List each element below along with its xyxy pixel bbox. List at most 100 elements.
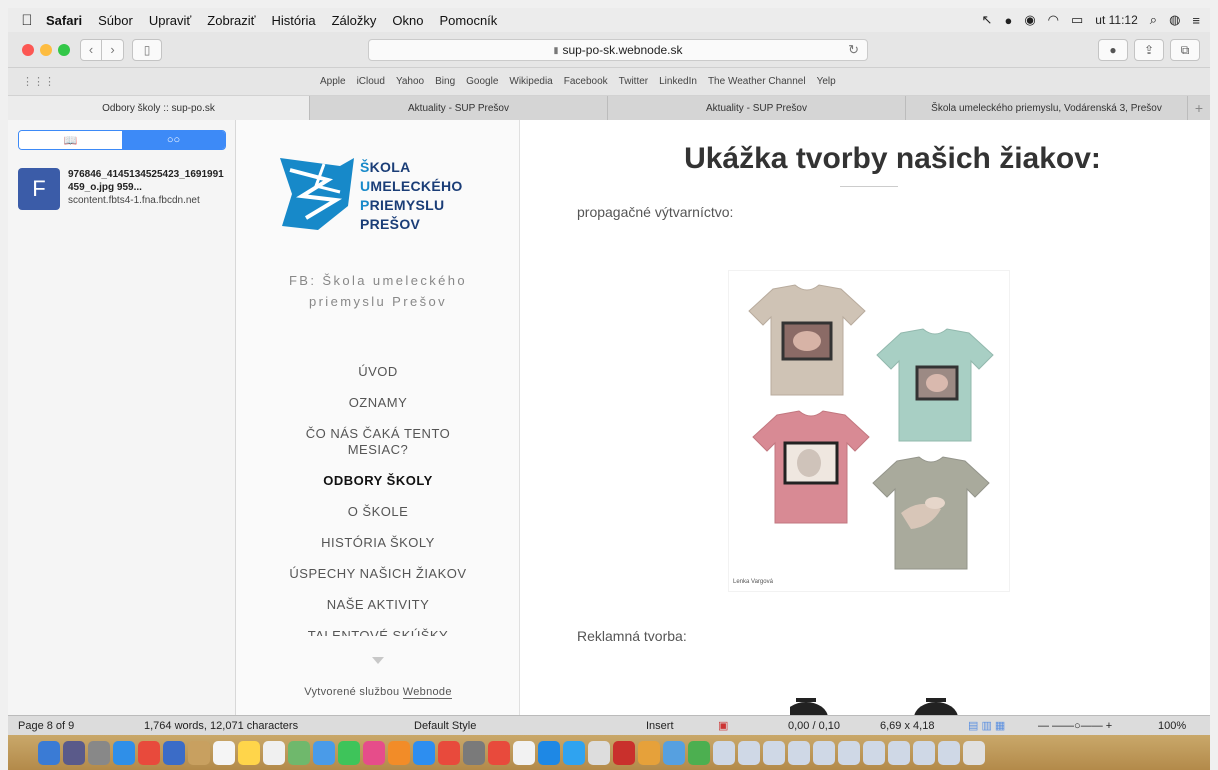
app-icon-5[interactable] [488,740,510,765]
bookmark-facebook[interactable]: Facebook [564,76,608,87]
app-store-icon[interactable] [413,740,435,765]
status-mode[interactable]: Insert [646,720,718,732]
reading-list-tab-icon[interactable]: ○○ [122,131,225,149]
bookmark-weather-channel[interactable]: The Weather Channel [708,76,806,87]
app-icon-10[interactable] [688,740,710,765]
folder-icon-11[interactable] [938,740,960,765]
downloads-button[interactable]: ● [1098,39,1128,61]
siri-dock-icon[interactable] [63,740,85,765]
app-icon-3[interactable] [188,740,210,765]
messages-icon[interactable] [338,740,360,765]
share-button[interactable]: ⇪ [1134,39,1164,61]
list-icon[interactable]: ≡ [1192,13,1200,28]
app-icon-4[interactable] [438,740,460,765]
bookmark-apple[interactable]: Apple [320,76,346,87]
bookmark-linkedin[interactable]: LinkedIn [659,76,697,87]
menu-item-uspechy[interactable]: ÚSPECHY NAŠICH ŽIAKOV [288,566,468,582]
scroll-down-arrow-icon[interactable] [372,657,384,664]
address-bar[interactable]: ▮ sup-po-sk.webnode.sk ↻ [368,39,868,61]
reload-icon[interactable]: ↻ [848,42,859,58]
menu-item-nase-aktivity[interactable]: NAŠE AKTIVITY [288,597,468,613]
folder-icon-9[interactable] [888,740,910,765]
status-words[interactable]: 1,764 words, 12,071 characters [144,720,414,732]
maps-icon[interactable] [288,740,310,765]
trash-icon[interactable] [963,740,985,765]
finder-icon[interactable] [38,740,60,765]
new-tab-button[interactable]: + [1188,96,1210,120]
tabs-overview-button[interactable]: ⧉ [1170,39,1200,61]
app-icon-8[interactable] [638,740,660,765]
folder-icon-10[interactable] [913,740,935,765]
zoom-window-button[interactable] [58,43,70,56]
view-mode-icons[interactable]: ▤ ▥ ▦ [968,719,1038,732]
minimize-window-button[interactable] [40,43,52,56]
camera-icon[interactable]: ◉ [1024,12,1035,28]
menu-item-talentove-skusky[interactable]: TALENTOVÉ SKÚŠKY [288,628,468,636]
bookmark-yahoo[interactable]: Yahoo [396,76,424,87]
bookmark-google[interactable]: Google [466,76,498,87]
siri-icon[interactable]: ◍ [1169,12,1180,28]
school-logo[interactable]: ŠKOLA UMELECKÉHO PRIEMYSLU PREŠOV [278,156,478,236]
bookmarks-tab-icon[interactable]: 📖 [19,131,122,149]
zoom-slider[interactable]: — ——○—— + [1038,720,1158,732]
search-icon[interactable]: ⌕ [1150,12,1157,28]
menu-historia[interactable]: História [272,13,316,28]
menu-item-odbory-skoly[interactable]: ODBORY ŠKOLY [288,473,468,489]
ibooks-icon[interactable] [388,740,410,765]
status-style[interactable]: Default Style [414,720,646,732]
menu-item-uvod[interactable]: ÚVOD [288,364,468,380]
status-zoom[interactable]: 100% [1158,720,1186,732]
folder-icon-4[interactable] [763,740,785,765]
reading-list-item[interactable]: F 976846_4145134525423_1691991459_o.jpg … [18,168,230,210]
app-icon-1[interactable] [138,740,160,765]
back-button[interactable]: ‹ [80,38,102,61]
folder-icon-3[interactable] [738,740,760,765]
safari-dock-icon[interactable] [113,740,135,765]
tab-skola-umeleckeho[interactable]: Škola umeleckého priemyslu, Vodárenská 3… [906,96,1188,120]
bookmark-wikipedia[interactable]: Wikipedia [509,76,552,87]
close-window-button[interactable] [22,43,34,56]
skype-dock-icon[interactable] [538,740,560,765]
folder-icon-2[interactable] [713,740,735,765]
document-icon[interactable] [513,740,535,765]
reminders-icon[interactable] [263,740,285,765]
wifi-icon[interactable]: ◠ [1048,12,1059,28]
menu-item-co-nas-caka[interactable]: ČO NÁS ČAKÁ TENTO MESIAC? [288,426,468,458]
menu-zobrazit[interactable]: Zobraziť [207,13,255,28]
bookmark-yelp[interactable]: Yelp [817,76,836,87]
menu-upravit[interactable]: Upraviť [149,13,191,28]
status-page[interactable]: Page 8 of 9 [18,720,144,732]
system-preferences-icon[interactable] [463,740,485,765]
menu-okno[interactable]: Okno [392,13,423,28]
tab-odbory-skoly[interactable]: Odbory školy :: sup-po.sk [8,96,310,120]
menu-subor[interactable]: Súbor [98,13,133,28]
app-icon-6[interactable] [563,740,585,765]
webnode-link[interactable]: Webnode [402,686,452,699]
forward-button[interactable]: › [102,38,124,61]
menu-item-o-skole[interactable]: O ŠKOLE [288,504,468,520]
track-changes-icon[interactable]: ▣ [718,719,788,732]
skype-icon[interactable]: ● [1004,13,1012,28]
app-icon-2[interactable] [163,740,185,765]
folder-icon-5[interactable] [788,740,810,765]
folder-icon-8[interactable] [863,740,885,765]
grid-icon[interactable]: ⋮⋮⋮ [22,75,55,88]
tab-aktuality-2[interactable]: Aktuality - SUP Prešov [608,96,906,120]
notes-icon[interactable] [238,740,260,765]
app-icon-9[interactable] [663,740,685,765]
menu-pomocnik[interactable]: Pomocník [439,13,497,28]
photos-icon[interactable] [313,740,335,765]
menu-safari[interactable]: Safari [46,13,82,28]
launchpad-icon[interactable] [88,740,110,765]
menu-zalozky[interactable]: Záložky [332,13,377,28]
tab-aktuality-1[interactable]: Aktuality - SUP Prešov [310,96,608,120]
tshirt-designs-image[interactable]: Lenka Vargová [728,270,1010,592]
bookmark-twitter[interactable]: Twitter [619,76,648,87]
apple-icon[interactable]:  [8,12,46,29]
folder-icon-1[interactable] [588,740,610,765]
calendar-icon[interactable] [213,740,235,765]
menu-item-historia-skoly[interactable]: HISTÓRIA ŠKOLY [288,535,468,551]
bookmark-icloud[interactable]: iCloud [357,76,385,87]
cursor-icon[interactable]: ↖ [982,12,993,28]
itunes-icon[interactable] [363,740,385,765]
